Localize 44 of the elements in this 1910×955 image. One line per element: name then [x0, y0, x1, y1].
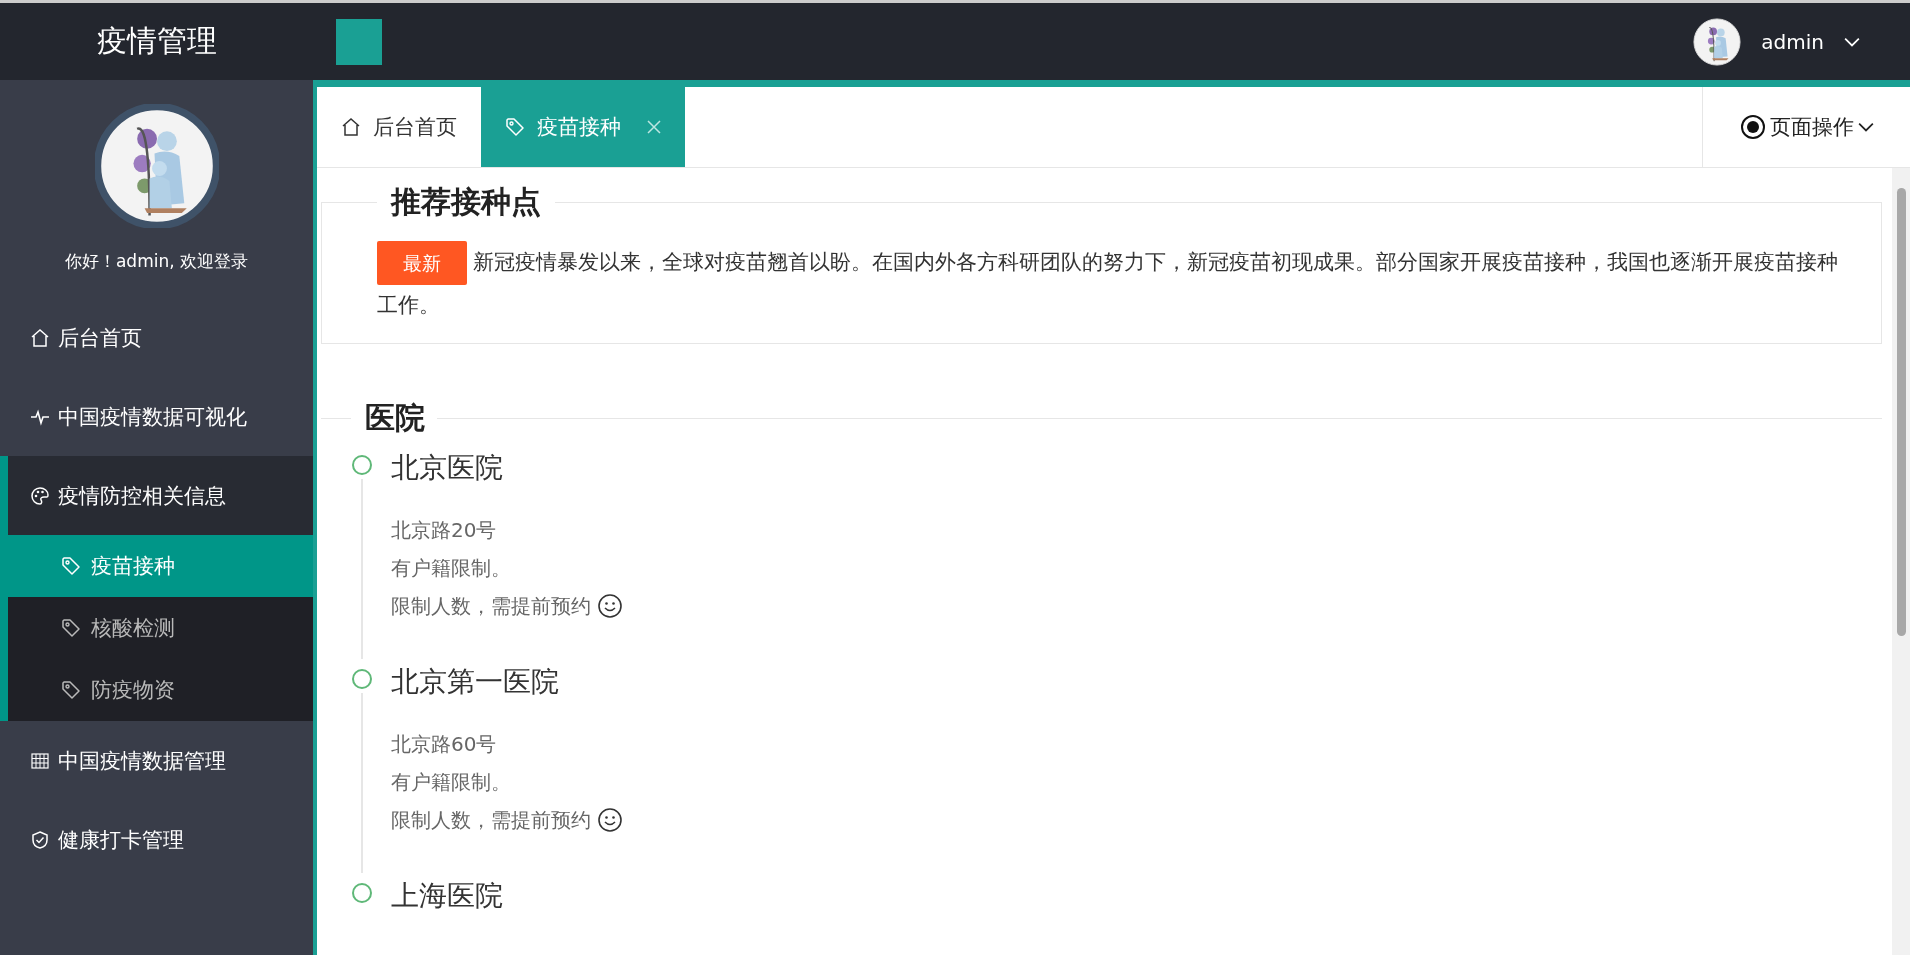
section-title: 医院: [364, 399, 426, 437]
user-menu[interactable]: admin: [1693, 17, 1860, 66]
hospital-limit: 限制人数，需提前预约: [391, 807, 591, 834]
new-badge: 最新: [377, 241, 467, 285]
app-title: 疫情管理: [95, 22, 218, 60]
radio-icon: [1739, 114, 1766, 140]
sidebar-item[interactable]: 中国疫情数据管理: [0, 721, 313, 800]
sidebar-item[interactable]: 后台首页: [0, 298, 313, 377]
chevron-down-icon: [1857, 122, 1874, 132]
greeting: 你好！admin, 欢迎登录: [64, 250, 249, 273]
home-icon: [30, 327, 50, 348]
timeline-dot: [352, 883, 372, 903]
hospital-address: 北京路60号: [391, 731, 498, 758]
user-name: admin: [1761, 29, 1824, 54]
sidebar-item[interactable]: 健康打卡管理: [0, 800, 313, 879]
hospital-note: 有户籍限制。: [391, 555, 512, 582]
timeline-dot: [352, 669, 372, 689]
shield-icon: [30, 829, 50, 850]
home-icon: [341, 117, 361, 137]
palette-icon: [30, 485, 50, 506]
chevron-down-icon: [1844, 36, 1860, 47]
tag-icon: [505, 117, 525, 137]
hospital-name: 北京医院: [391, 450, 504, 486]
scrollbar[interactable]: [1892, 168, 1910, 955]
hospital-address: 北京路20号: [391, 517, 498, 544]
smile-icon: [597, 593, 623, 619]
sidebar-item[interactable]: 中国疫情数据可视化: [0, 377, 313, 456]
smile-icon: [597, 807, 623, 833]
section-title: 推荐接种点: [389, 183, 542, 221]
grid-icon: [30, 750, 50, 771]
tag-icon: [61, 556, 81, 576]
close-icon[interactable]: [647, 120, 661, 134]
avatar: [1693, 17, 1742, 66]
timeline-dot: [352, 455, 372, 475]
hospital-limit: 限制人数，需提前预约: [391, 593, 591, 620]
sidebar-item[interactable]: 疫情防控相关信息: [8, 456, 313, 535]
hospital-note: 有户籍限制。: [391, 769, 512, 796]
tag-icon: [61, 680, 81, 700]
notice-text: 最新 新冠疫情暴发以来，全球对疫苗翘首以盼。在国内外各方科研团队的努力下，新冠疫苗初现成果。部分国家开展疫苗接种，我国也逐渐开展疫苗接种工作。: [377, 241, 1841, 325]
hospital-name: 上海医院: [391, 878, 503, 914]
sidebar-subitem[interactable]: 防疫物资: [8, 659, 313, 721]
hospital-name: 北京第一医院: [391, 664, 560, 700]
tag-icon: [61, 618, 81, 638]
sidebar-subitem[interactable]: 核酸检测: [8, 597, 313, 659]
